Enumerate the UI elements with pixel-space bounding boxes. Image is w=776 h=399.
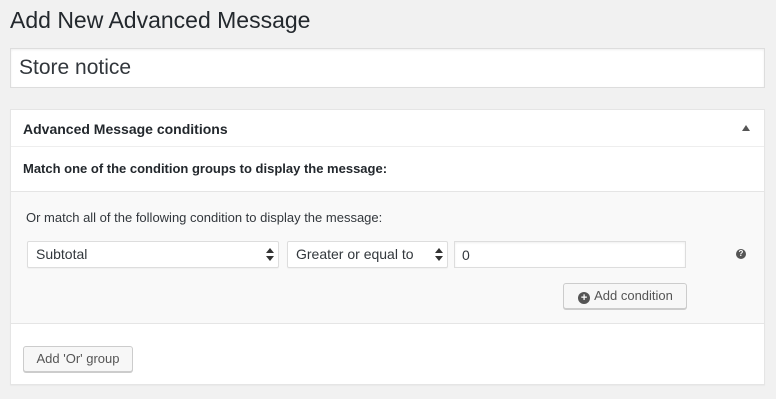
advanced-message-conditions-metabox: Advanced Message conditions Match one of… xyxy=(10,109,765,385)
metabox-header[interactable]: Advanced Message conditions xyxy=(11,110,764,147)
condition-operator-select[interactable]: Greater or equal to xyxy=(287,241,448,268)
add-condition-button[interactable]: + Add condition xyxy=(563,283,687,309)
add-condition-label: Add condition xyxy=(594,288,673,303)
help-icon[interactable]: ? xyxy=(736,249,746,259)
post-title-input[interactable] xyxy=(10,48,765,88)
metabox-title: Advanced Message conditions xyxy=(23,121,228,137)
condition-group: Or match all of the following condition … xyxy=(11,191,764,324)
condition-field-value: Subtotal xyxy=(36,246,88,262)
condition-value-input[interactable] xyxy=(454,241,686,268)
plus-circle-icon: + xyxy=(578,292,591,304)
select-arrows-icon xyxy=(435,248,443,261)
condition-operator-value: Greater or equal to xyxy=(296,246,414,262)
page-title: Add New Advanced Message xyxy=(10,7,311,33)
collapse-toggle-icon[interactable] xyxy=(742,125,750,131)
select-arrows-icon xyxy=(266,248,274,261)
condition-field-select[interactable]: Subtotal xyxy=(27,241,279,268)
add-or-group-button[interactable]: Add 'Or' group xyxy=(23,346,133,372)
condition-group-description: Or match all of the following condition … xyxy=(26,210,383,225)
match-description: Match one of the condition groups to dis… xyxy=(23,161,388,176)
